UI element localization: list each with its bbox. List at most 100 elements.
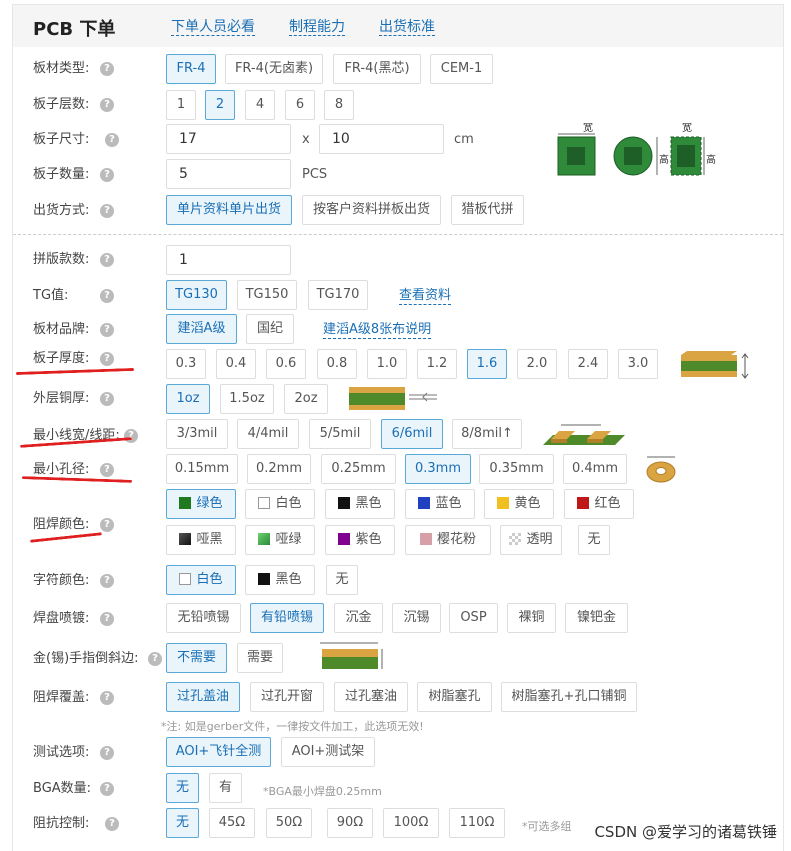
help-icon[interactable]: ?	[100, 691, 114, 705]
option-impedance-100[interactable]: 100Ω	[383, 808, 439, 838]
option-silk-black[interactable]: 黑色	[245, 565, 315, 595]
quantity-input[interactable]: 5	[166, 159, 291, 189]
option-trace-6-6[interactable]: 6/6mil	[381, 419, 443, 449]
option-thickness-0.4[interactable]: 0.4	[216, 349, 256, 379]
option-impedance-50[interactable]: 50Ω	[266, 808, 312, 838]
option-hole-0.25[interactable]: 0.25mm	[321, 454, 396, 484]
option-mask-yellow[interactable]: 黄色	[484, 489, 554, 519]
option-test-flying-probe[interactable]: AOI+飞针全测	[166, 737, 271, 767]
option-copper-1.5oz[interactable]: 1.5oz	[220, 384, 274, 414]
option-thickness-2.4[interactable]: 2.4	[568, 349, 608, 379]
option-hole-0.4[interactable]: 0.4mm	[563, 454, 627, 484]
option-mask-purple[interactable]: 紫色	[325, 525, 395, 555]
option-mask-white[interactable]: 白色	[245, 489, 315, 519]
option-mask-matte-black[interactable]: 哑黑	[166, 525, 236, 555]
option-layers-2[interactable]: 2	[205, 90, 235, 120]
option-board-type-fr4-black[interactable]: FR-4(黑芯)	[333, 54, 421, 84]
option-tg150[interactable]: TG150	[237, 280, 297, 310]
link-shipping-standard[interactable]: 出货标准	[379, 19, 435, 36]
link-process-capability[interactable]: 制程能力	[289, 19, 345, 36]
help-icon[interactable]: ?	[100, 352, 114, 366]
option-thickness-0.8[interactable]: 0.8	[317, 349, 357, 379]
size-height-input[interactable]: 10	[319, 124, 444, 154]
help-icon[interactable]: ?	[100, 98, 114, 112]
link-tg-info[interactable]: 查看资料	[399, 288, 452, 305]
option-layers-8[interactable]: 8	[324, 90, 354, 120]
option-finish-osp[interactable]: OSP	[449, 603, 498, 633]
option-copper-1oz[interactable]: 1oz	[166, 384, 210, 414]
option-trace-3-3[interactable]: 3/3mil	[166, 419, 228, 449]
option-finish-enig[interactable]: 沉金	[334, 603, 383, 633]
help-icon[interactable]: ?	[148, 652, 162, 666]
link-brand-info[interactable]: 建滔A级8张布说明	[323, 322, 432, 339]
help-icon[interactable]: ?	[100, 782, 114, 796]
help-icon[interactable]: ?	[100, 168, 114, 182]
option-thickness-1.0[interactable]: 1.0	[367, 349, 407, 379]
option-layers-1[interactable]: 1	[166, 90, 196, 120]
size-width-input[interactable]: 17	[166, 124, 291, 154]
option-via-open[interactable]: 过孔开窗	[250, 682, 324, 712]
option-impedance-110[interactable]: 110Ω	[449, 808, 505, 838]
option-board-type-fr4[interactable]: FR-4	[166, 54, 216, 84]
help-icon[interactable]: ?	[100, 518, 114, 532]
option-via-resin[interactable]: 树脂塞孔	[417, 682, 492, 712]
option-finish-lead-free-hasl[interactable]: 无铅喷锡	[166, 603, 241, 633]
option-impedance-none[interactable]: 无	[166, 808, 199, 838]
option-via-resin-capped[interactable]: 树脂塞孔+孔口铺铜	[501, 682, 637, 712]
help-icon[interactable]: ?	[100, 746, 114, 760]
help-icon[interactable]: ?	[100, 289, 114, 303]
help-icon[interactable]: ?	[100, 463, 114, 477]
option-finish-leaded-hasl[interactable]: 有铅喷锡	[250, 603, 324, 633]
option-finish-enepig[interactable]: 镍钯金	[565, 603, 628, 633]
help-icon[interactable]: ?	[100, 323, 114, 337]
option-board-type-cem1[interactable]: CEM-1	[430, 54, 493, 84]
option-mask-black[interactable]: 黑色	[325, 489, 395, 519]
option-thickness-2.0[interactable]: 2.0	[517, 349, 557, 379]
help-icon[interactable]: ?	[100, 612, 114, 626]
link-ordering-guide[interactable]: 下单人员必看	[171, 19, 255, 36]
option-silk-white[interactable]: 白色	[166, 565, 236, 595]
option-finish-immersion-tin[interactable]: 沉锡	[392, 603, 441, 633]
option-via-plugged[interactable]: 过孔塞油	[334, 682, 408, 712]
option-test-fixture[interactable]: AOI+测试架	[281, 737, 375, 767]
option-thickness-0.3[interactable]: 0.3	[166, 349, 206, 379]
option-bga-yes[interactable]: 有	[209, 773, 242, 803]
option-silk-none[interactable]: 无	[326, 565, 358, 595]
help-icon[interactable]: ?	[100, 62, 114, 76]
option-mask-pink[interactable]: 樱花粉	[405, 525, 491, 555]
help-icon[interactable]: ?	[105, 817, 119, 831]
option-layers-6[interactable]: 6	[285, 90, 315, 120]
help-icon[interactable]: ?	[100, 204, 114, 218]
panel-count-input[interactable]: 1	[166, 245, 291, 275]
help-icon[interactable]: ?	[105, 133, 119, 147]
option-trace-8-8[interactable]: 8/8mil↑	[452, 419, 522, 449]
option-ship-panel-service[interactable]: 猎板代拼	[451, 195, 524, 225]
option-impedance-45[interactable]: 45Ω	[209, 808, 255, 838]
option-ship-customer-panel[interactable]: 按客户资料拼板出货	[302, 195, 441, 225]
option-impedance-90[interactable]: 90Ω	[327, 808, 373, 838]
option-bga-none[interactable]: 无	[166, 773, 199, 803]
option-brand-guoji[interactable]: 国纪	[246, 314, 294, 344]
option-hole-0.35[interactable]: 0.35mm	[479, 454, 554, 484]
option-mask-clear[interactable]: 透明	[500, 525, 562, 555]
help-icon[interactable]: ?	[100, 392, 114, 406]
option-trace-5-5[interactable]: 5/5mil	[309, 419, 371, 449]
help-icon[interactable]: ?	[124, 429, 138, 443]
option-ship-single[interactable]: 单片资料单片出货	[166, 195, 292, 225]
option-via-tented[interactable]: 过孔盖油	[166, 682, 240, 712]
option-trace-4-4[interactable]: 4/4mil	[237, 419, 299, 449]
option-bevel-no[interactable]: 不需要	[166, 643, 227, 673]
option-mask-none[interactable]: 无	[578, 525, 610, 555]
option-mask-blue[interactable]: 蓝色	[405, 489, 475, 519]
option-thickness-1.6[interactable]: 1.6	[467, 349, 507, 379]
option-mask-red[interactable]: 红色	[564, 489, 634, 519]
option-mask-matte-green[interactable]: 哑绿	[245, 525, 315, 555]
option-thickness-1.2[interactable]: 1.2	[417, 349, 457, 379]
option-hole-0.15[interactable]: 0.15mm	[166, 454, 238, 484]
option-copper-2oz[interactable]: 2oz	[284, 384, 328, 414]
help-icon[interactable]: ?	[100, 574, 114, 588]
option-hole-0.2[interactable]: 0.2mm	[247, 454, 311, 484]
option-tg170[interactable]: TG170	[308, 280, 368, 310]
option-finish-bare-copper[interactable]: 裸铜	[507, 603, 556, 633]
option-board-type-fr4-halogen-free[interactable]: FR-4(无卤素)	[225, 54, 323, 84]
